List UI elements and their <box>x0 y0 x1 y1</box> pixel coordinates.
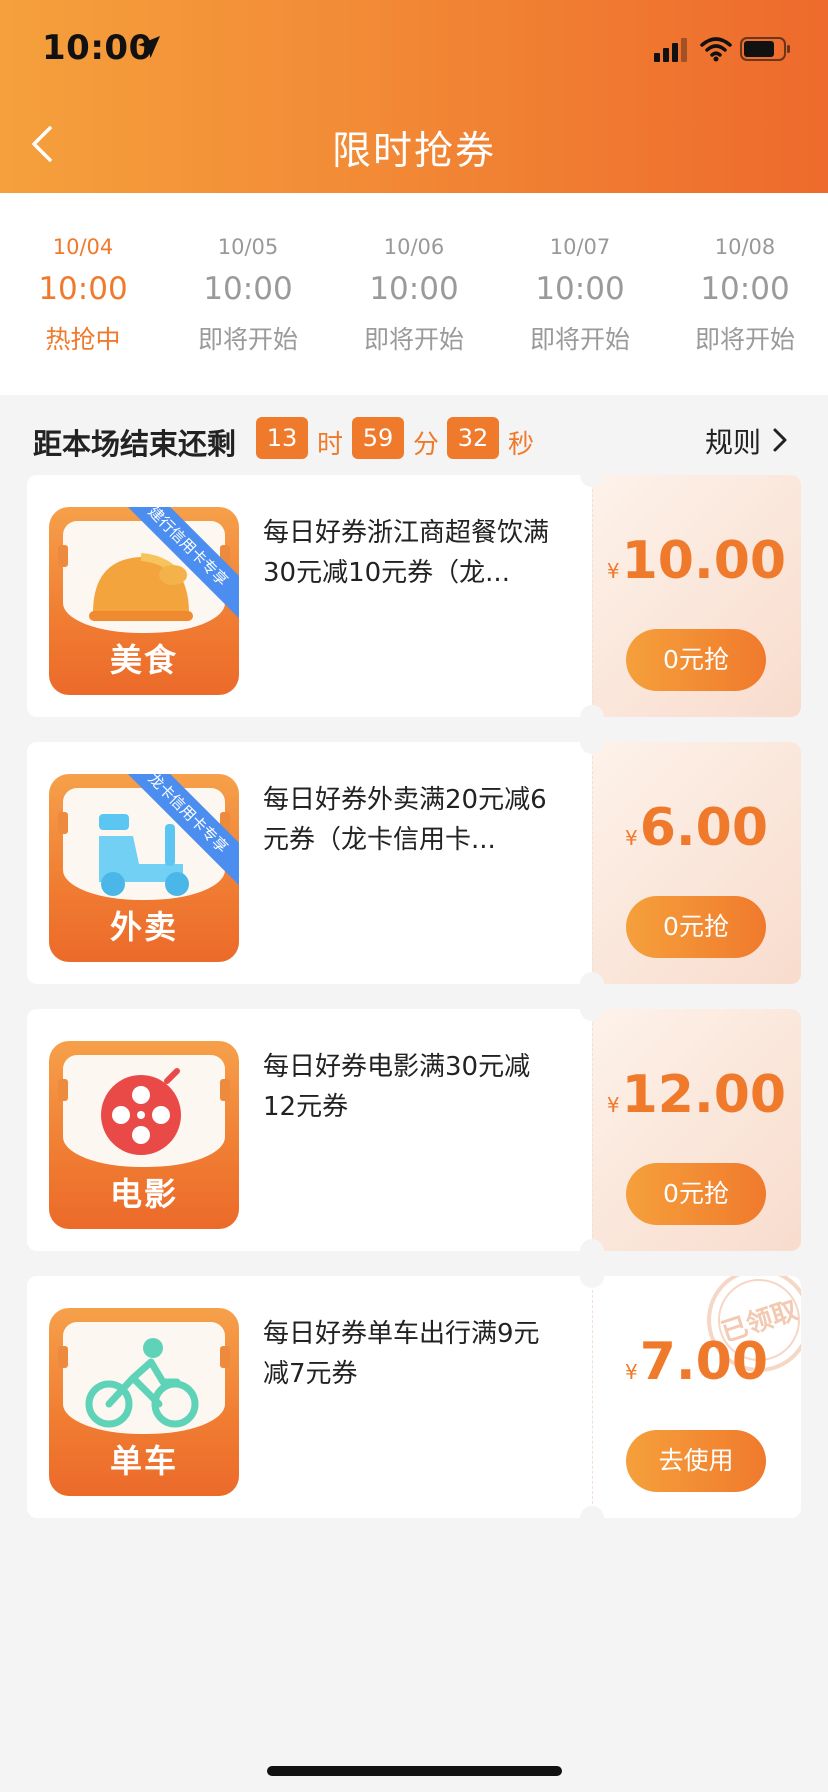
tab-session-1004[interactable]: 10/04 10:00 热抢中 <box>0 193 166 395</box>
chevron-right-icon <box>773 428 787 452</box>
price-amount: 10.00 <box>621 531 787 591</box>
tab-date: 10/06 <box>383 235 445 259</box>
coupon-card[interactable]: 龙卡信用卡专享 外卖 每日好券外卖满20元减6元券（龙卡信用卡... ¥6.00… <box>27 742 801 984</box>
tab-time: 10:00 <box>203 271 293 307</box>
header-bar: 10:00 限时抢券 <box>0 0 828 193</box>
grab-coupon-button[interactable]: 0元抢 <box>626 896 766 958</box>
coupon-category: 外卖 <box>109 908 178 946</box>
countdown-minutes-unit: 分 <box>413 430 440 460</box>
coupon-card[interactable]: 电影 每日好券电影满30元减12元券 ¥12.00 0元抢 <box>27 1009 801 1251</box>
coupon-divider <box>592 1023 593 1237</box>
coupon-price: ¥10.00 <box>592 531 801 591</box>
tab-status: 即将开始 <box>363 325 464 354</box>
tab-status: 即将开始 <box>197 325 298 354</box>
countdown-bar: 距本场结束还剩 13 时 59 分 32 秒 规则 <box>0 395 828 475</box>
page-title: 限时抢券 <box>331 129 496 174</box>
currency-symbol: ¥ <box>624 1360 638 1384</box>
coupon-category: 美食 <box>109 641 178 679</box>
tab-session-1008[interactable]: 10/08 10:00 即将开始 <box>662 193 828 395</box>
rules-link[interactable]: 规则 <box>705 421 761 461</box>
currency-symbol: ¥ <box>606 1093 620 1117</box>
grab-coupon-button[interactable]: 0元抢 <box>626 629 766 691</box>
cellular-signal-icon <box>654 38 687 62</box>
currency-symbol: ¥ <box>624 826 638 850</box>
countdown-seconds-unit: 秒 <box>508 430 535 460</box>
coupon-thumbnail: 电影 <box>49 1041 239 1229</box>
coupon-price: ¥6.00 <box>592 798 801 858</box>
location-arrow-icon <box>138 36 160 58</box>
use-coupon-button[interactable]: 去使用 <box>626 1430 766 1492</box>
countdown-minutes: 59 <box>352 417 404 459</box>
tab-time: 10:00 <box>535 271 625 307</box>
coupon-thumbnail: 建行信用卡专享 美食 <box>49 507 239 695</box>
coupon-title: 每日好券电影满30元减12元券 <box>263 1052 531 1122</box>
tab-time: 10:00 <box>369 271 459 307</box>
wifi-icon <box>700 37 732 62</box>
tab-session-1006[interactable]: 10/06 10:00 即将开始 <box>331 193 497 395</box>
coupon-title: 每日好券外卖满20元减6元券（龙卡信用卡... <box>263 785 547 855</box>
tab-time: 10:00 <box>700 271 790 307</box>
countdown-seconds: 32 <box>447 417 499 459</box>
grab-coupon-button[interactable]: 0元抢 <box>626 1163 766 1225</box>
price-amount: 7.00 <box>639 1332 769 1392</box>
tab-date: 10/07 <box>549 235 611 259</box>
coupon-card[interactable]: 建行信用卡专享 美食 每日好券浙江商超餐饮满30元减10元券（龙... ¥10.… <box>27 475 801 717</box>
coupon-price: ¥7.00 <box>592 1332 801 1392</box>
coupon-thumbnail: 单车 <box>49 1308 239 1496</box>
coupon-card[interactable]: 已领取 单车 每日好券单车出行满9元减7元券 ¥7.00 去使用 <box>27 1276 801 1518</box>
coupon-divider <box>592 1290 593 1504</box>
coupon-title: 每日好券浙江商超餐饮满30元减10元券（龙... <box>263 518 550 588</box>
currency-symbol: ¥ <box>606 559 620 583</box>
coupon-price: ¥12.00 <box>592 1065 801 1125</box>
tab-date: 10/04 <box>52 235 114 259</box>
coupon-title: 每日好券单车出行满9元减7元券 <box>263 1319 540 1389</box>
price-amount: 12.00 <box>621 1065 787 1125</box>
session-tabs: 10/04 10:00 热抢中 10/05 10:00 即将开始 10/06 1… <box>0 193 828 395</box>
tab-session-1005[interactable]: 10/05 10:00 即将开始 <box>165 193 331 395</box>
tab-date: 10/05 <box>217 235 279 259</box>
countdown-hours-unit: 时 <box>317 430 344 460</box>
tab-status: 即将开始 <box>694 325 795 354</box>
tab-time: 10:00 <box>38 271 128 307</box>
tab-session-1007[interactable]: 10/07 10:00 即将开始 <box>497 193 663 395</box>
tab-date: 10/08 <box>714 235 776 259</box>
home-indicator <box>267 1766 562 1776</box>
coupon-thumbnail: 龙卡信用卡专享 外卖 <box>49 774 239 962</box>
coupon-divider <box>592 489 593 703</box>
battery-icon <box>740 37 790 61</box>
tab-status: 即将开始 <box>529 325 630 354</box>
tab-status: 热抢中 <box>45 325 121 354</box>
coupon-category: 单车 <box>109 1442 178 1480</box>
countdown-label: 距本场结束还剩 <box>33 427 237 461</box>
coupon-category: 电影 <box>109 1175 178 1213</box>
coupon-divider <box>592 756 593 970</box>
price-amount: 6.00 <box>639 798 769 858</box>
countdown-hours: 13 <box>256 417 308 459</box>
